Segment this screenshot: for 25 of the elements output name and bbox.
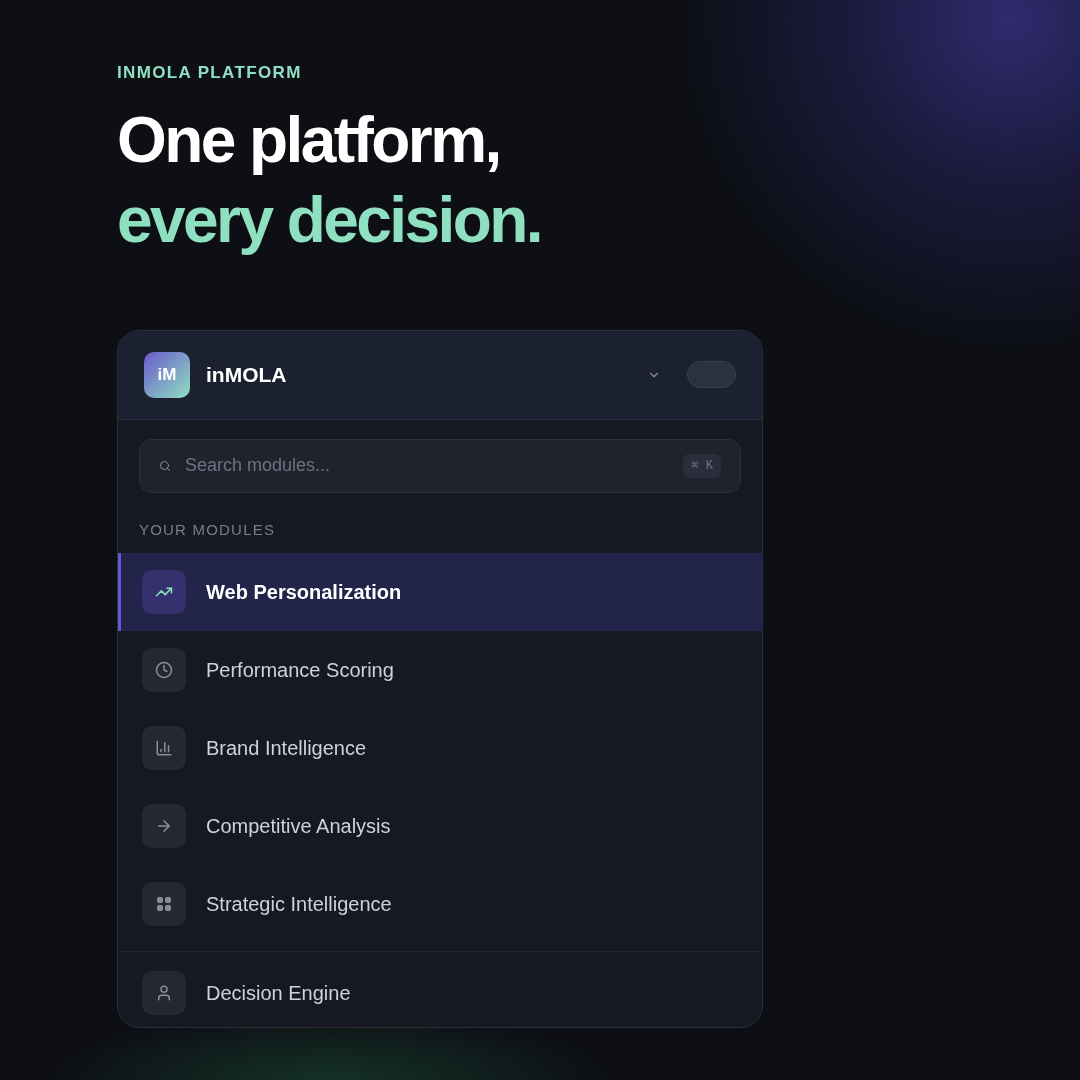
grid-icon <box>156 896 172 912</box>
module-label: Performance Scoring <box>206 658 394 683</box>
module-item[interactable]: Strategic Intelligence <box>118 865 762 943</box>
bar-chart-icon <box>155 739 173 757</box>
module-label: Brand Intelligence <box>206 736 367 761</box>
module-label: Competitive Analysis <box>206 814 391 839</box>
headline: One platform, <box>117 102 501 178</box>
shortcut-hint: ⌘ K <box>683 453 721 478</box>
search-icon <box>159 459 171 472</box>
module-item[interactable]: Competitive Analysis <box>118 787 762 865</box>
section-label: YOUR MODULES <box>139 519 277 540</box>
brand-name: inMOLA <box>206 361 287 388</box>
clock-icon <box>155 661 173 679</box>
user-icon <box>155 984 173 1002</box>
eyebrow-label: INMOLA PLATFORM <box>117 62 303 84</box>
module-label: Web Personalization <box>206 580 402 605</box>
headline-accent: every decision. <box>117 182 543 258</box>
logo: iM <box>144 351 190 398</box>
module-item[interactable]: Web Personalization <box>118 553 762 631</box>
arrow-right-icon <box>155 817 173 835</box>
module-item[interactable]: Performance Scoring <box>118 631 762 709</box>
module-label: Strategic Intelligence <box>206 892 392 917</box>
module-item[interactable]: Decision Engine <box>118 954 762 1027</box>
module-item[interactable]: Brand Intelligence <box>118 709 762 787</box>
module-label: Decision Engine <box>206 981 351 1006</box>
